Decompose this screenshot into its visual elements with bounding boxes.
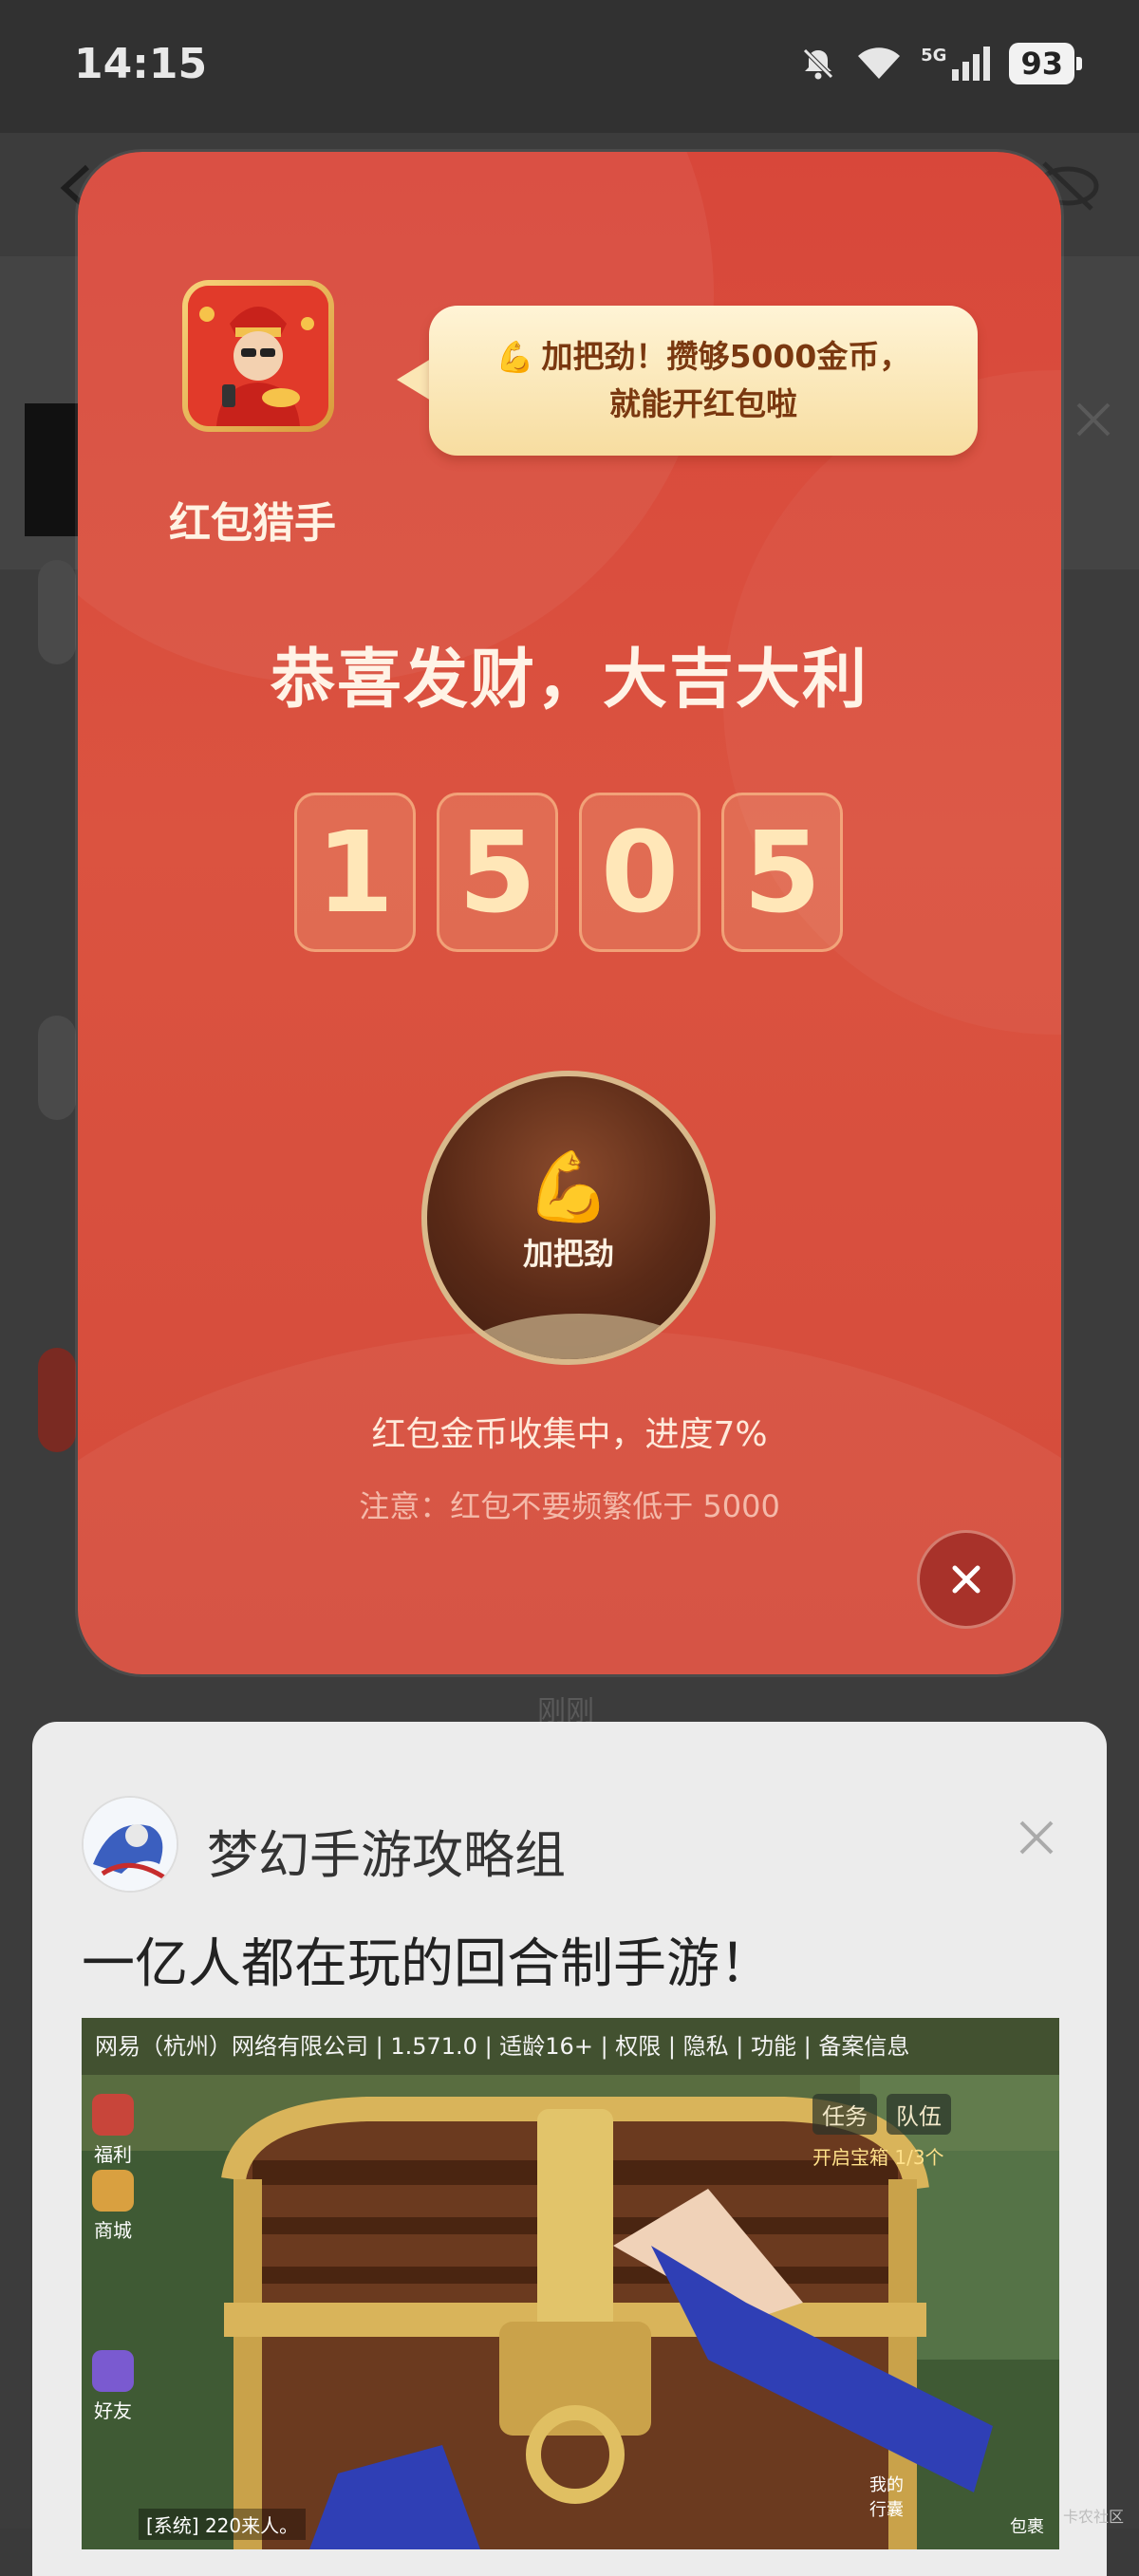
ad-card[interactable]: 梦幻手游攻略组 一亿人都在玩的回合制手游！ 网易（杭州）网络有限公司 | 1.5… (32, 1722, 1107, 2576)
game-task-panel: 任务 队伍 开启宝箱 1/3个 (812, 2094, 1050, 2170)
signal-icon (952, 47, 991, 81)
app-avatar (182, 280, 334, 432)
shop-icon (92, 2170, 134, 2212)
game-side-item-3: 好友 (89, 2350, 137, 2423)
ad-publisher-name: 梦幻手游攻略组 (207, 1825, 566, 1885)
network-label: 5G (921, 45, 947, 65)
status-icons: 5G 93 (799, 42, 1082, 85)
game-side-label: 商城 (94, 2219, 132, 2242)
ad-avatar (82, 1796, 178, 1893)
game-side-label: 好友 (94, 2399, 132, 2422)
background-thumbnail (25, 403, 80, 536)
boost-label: 加把劲 (522, 1236, 614, 1272)
battery-icon: 93 (1009, 43, 1074, 84)
god-of-wealth-icon (188, 286, 328, 426)
coin-digit: 0 (579, 793, 700, 952)
close-button[interactable] (917, 1530, 1016, 1629)
background-close-icon (1076, 402, 1111, 437)
watermark: 卡农社区 (1062, 2508, 1124, 2526)
boost-button[interactable]: 💪 加把劲 (421, 1071, 716, 1365)
ad-close-icon[interactable] (1016, 1817, 1057, 1858)
tip-bubble: 💪 加把劲！攒够5000金币， 就能开红包啦 (429, 306, 978, 456)
game-task-chip: 任务 (812, 2094, 877, 2135)
tip-line-1: 💪 加把劲！攒够5000金币， (496, 333, 911, 381)
background-avatar (38, 1348, 76, 1452)
game-side-item-1: 福利 (89, 2094, 137, 2167)
background-avatar (38, 1016, 76, 1120)
ad-legal-text: 网易（杭州）网络有限公司 | 1.571.0 | 适龄16+ | 权限 | 隐私… (82, 2018, 1059, 2075)
status-bar: 14:15 5G 93 (0, 0, 1139, 133)
coin-digit: 5 (721, 793, 843, 952)
game-side-item-2: 商城 (89, 2170, 137, 2243)
game-action-label: 我的行囊 (869, 2475, 904, 2520)
status-time: 14:15 (74, 40, 208, 88)
gift-icon (92, 2094, 134, 2136)
close-icon (952, 1565, 980, 1594)
note-text: 注意：红包不要频繁低于 5000 (359, 1488, 780, 1524)
game-team-chip: 队伍 (887, 2094, 951, 2135)
tip-text-1: 加把劲！攒够5000金币， (541, 338, 911, 375)
tip-line-2: 就能开红包啦 (609, 385, 797, 422)
red-packet-modal: 红包猎手 💪 加把劲！攒够5000金币， 就能开红包啦 恭喜发财，大吉大利 1 5… (78, 152, 1061, 1674)
ad-title: 一亿人都在玩的回合制手游！ (82, 1933, 773, 1995)
headline: 恭喜发财，大吉大利 (270, 643, 868, 718)
muscle-icon: 💪 (495, 339, 534, 375)
game-bag-label: 包裹 (1010, 2517, 1044, 2537)
coin-digit: 5 (437, 793, 558, 952)
battery-tip (1076, 57, 1082, 70)
wifi-icon (858, 47, 901, 79)
tip-arrow (397, 359, 431, 401)
coin-digit: 1 (294, 793, 416, 952)
progress-text: 红包金币收集中，进度7% (371, 1415, 768, 1454)
boost-decor (446, 1314, 710, 1359)
background-avatar (38, 560, 76, 664)
bell-muted-icon (803, 48, 833, 80)
coin-counter: 1 5 0 5 (294, 793, 843, 952)
game-chat-text: [系统] 220来人。 (139, 2509, 307, 2540)
friends-icon (92, 2350, 134, 2392)
app-name: 红包猎手 (169, 499, 336, 548)
game-side-label: 福利 (94, 2143, 132, 2166)
muscle-icon: 💪 (526, 1147, 611, 1226)
game-task-sub: 开启宝箱 1/3个 (812, 2146, 944, 2169)
ad-game-image[interactable]: 网易（杭州）网络有限公司 | 1.571.0 | 适龄16+ | 权限 | 隐私… (82, 2018, 1059, 2549)
